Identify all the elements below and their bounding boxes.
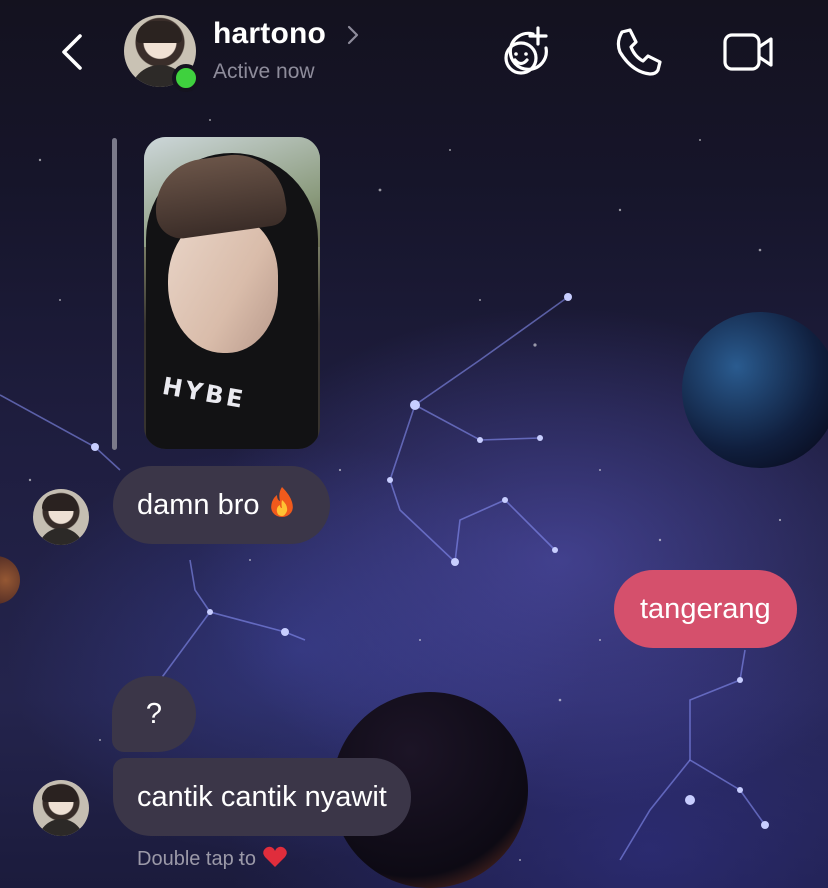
avatar-body	[38, 528, 84, 545]
heart-icon[interactable]	[262, 846, 288, 868]
video-camera-icon[interactable]	[720, 24, 776, 80]
message-bubble-incoming[interactable]: ?	[112, 676, 196, 752]
chat-header: hartono Active now	[0, 0, 828, 110]
chevron-right-icon[interactable]	[346, 24, 360, 46]
contact-name[interactable]: hartono	[213, 17, 326, 51]
phone-icon[interactable]	[610, 24, 666, 80]
message-bubble-incoming[interactable]: cantik cantik nyawit	[113, 758, 411, 836]
avatar-hat	[42, 785, 78, 802]
message-bubble-outgoing[interactable]: tangerang	[614, 570, 797, 648]
avatar-body	[38, 819, 84, 836]
avatar-hat	[136, 21, 182, 43]
constellation-background	[0, 119, 828, 888]
reply-indicator-bar	[112, 138, 117, 450]
active-status: Active now	[213, 60, 315, 83]
double-tap-hint: Double tap to	[137, 846, 288, 871]
sender-avatar[interactable]	[33, 489, 89, 545]
shared-photo[interactable]: HYBE	[144, 137, 320, 449]
chevron-left-icon[interactable]	[52, 28, 92, 76]
message-text: damn bro	[137, 489, 260, 521]
avatar-hat	[42, 494, 78, 511]
message-bubble-incoming[interactable]: damn bro	[113, 466, 330, 544]
hint-text: Double tap to	[137, 848, 256, 870]
fire-emoji-icon	[270, 487, 293, 517]
add-effect-icon[interactable]	[500, 24, 556, 80]
online-indicator	[172, 64, 200, 92]
sender-avatar[interactable]	[33, 780, 89, 836]
